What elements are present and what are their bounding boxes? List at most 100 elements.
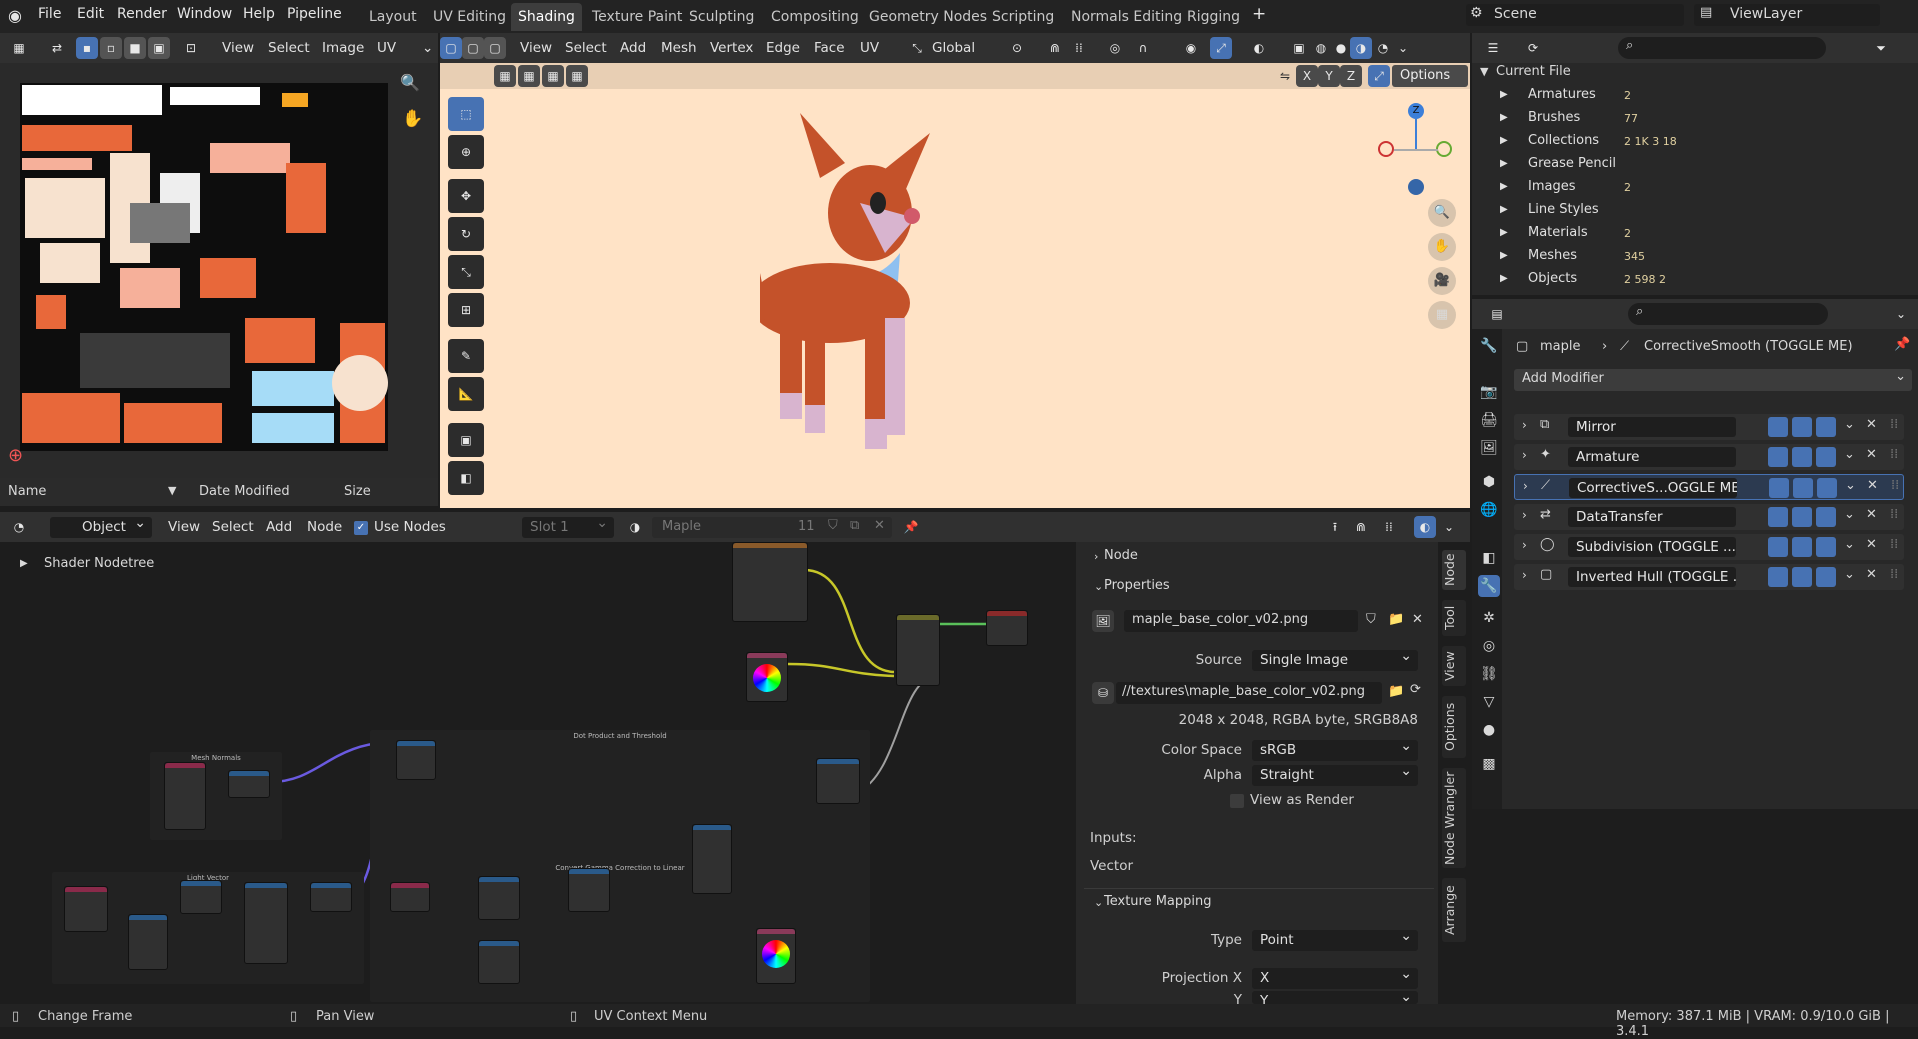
overlay-icon[interactable]: ◐	[1248, 37, 1270, 59]
drag-handle-icon[interactable]: ⁞⁞	[1891, 478, 1899, 493]
node-vector-rotate[interactable]	[244, 882, 288, 964]
drag-handle-icon[interactable]: ⁞⁞	[1890, 447, 1898, 462]
dog-character-model[interactable]	[760, 93, 1020, 483]
render-toggle-icon[interactable]	[1816, 447, 1836, 467]
mapping-type-dropdown[interactable]: Point	[1252, 926, 1418, 951]
on-cage-toggle-icon[interactable]	[1768, 537, 1788, 557]
outliner-row[interactable]: ▶ Objects 2 598 2	[1500, 271, 1900, 291]
node-mix[interactable]	[896, 614, 940, 686]
node-editor-canvas[interactable]: ▶ Shader Nodetree Mesh Normals Dot Produ…	[0, 542, 1072, 1004]
modifier-menu-icon[interactable]: ⌄	[1844, 447, 1855, 462]
material-shading-icon[interactable]: ◑	[1350, 37, 1372, 59]
image-menu-view[interactable]: View	[222, 37, 254, 59]
modifier-name-field[interactable]: CorrectiveS...OGGLE ME)	[1569, 478, 1737, 498]
display-mode-icon[interactable]: ⟳	[1522, 37, 1544, 59]
node-menu-node[interactable]: Node	[307, 516, 342, 538]
on-cage-toggle-icon[interactable]	[1768, 447, 1788, 467]
node-object-info[interactable]	[64, 886, 108, 932]
use-nodes-checkbox[interactable]: ✓	[354, 521, 368, 535]
axis-y-toggle[interactable]: Y	[1318, 65, 1340, 87]
node-separate-color[interactable]	[478, 876, 520, 920]
perspective-toggle-icon[interactable]: ▦	[1428, 301, 1456, 329]
node-value[interactable]	[478, 940, 520, 984]
scene-tab-icon[interactable]: ⬢	[1478, 471, 1500, 493]
measure-tool-icon[interactable]: 📐	[448, 377, 484, 411]
island-select-icon[interactable]: ▣	[148, 37, 170, 59]
render-toggle-icon[interactable]	[1816, 537, 1836, 557]
source-dropdown[interactable]: Single Image	[1252, 646, 1418, 671]
render-tab-icon[interactable]: 📷	[1478, 381, 1500, 403]
viewport-menu-uv[interactable]: UV	[860, 37, 879, 59]
texture-mapping-title[interactable]: Texture Mapping	[1104, 894, 1212, 909]
file-col-name[interactable]: Name	[8, 484, 46, 499]
viewport-menu-add[interactable]: Add	[620, 37, 646, 59]
modifier-menu-icon[interactable]: ⌄	[1845, 478, 1856, 493]
orientation-dropdown[interactable]: Global	[932, 37, 975, 59]
output-tab-icon[interactable]: 🖨	[1478, 409, 1500, 431]
node-color-wheel-2[interactable]	[756, 928, 796, 984]
browse-file-icon[interactable]: 📁	[1388, 684, 1404, 699]
node-image-texture[interactable]	[732, 542, 808, 622]
filter-icon[interactable]: ⏷	[1870, 37, 1892, 59]
auto-merge-icon[interactable]: ⤢	[1368, 65, 1390, 87]
node-power[interactable]	[568, 868, 610, 912]
rotate-tool-icon[interactable]: ↻	[448, 217, 484, 251]
node-overlay-icon[interactable]: ◐	[1414, 516, 1436, 538]
properties-search-input[interactable]: ⌕	[1628, 303, 1828, 325]
select-subtract-icon[interactable]: ▢	[484, 37, 506, 59]
gizmo-toggle-icon[interactable]: ⤢	[1210, 37, 1232, 59]
tab-texture-paint[interactable]: Texture Paint	[585, 3, 689, 31]
viewport-toggle-icon[interactable]	[1792, 417, 1812, 437]
viewport-3d[interactable]: ▦ ▦ ▦ ▦ ⇋ X Y Z ⤢ Options ⬚ ⊕ ✥ ↻ ⤡ ⊞ ✎ …	[440, 63, 1470, 508]
object-mode-dropdown[interactable]: Object	[50, 513, 152, 538]
side-tab-tool[interactable]: Tool	[1442, 600, 1466, 636]
properties-panel-title[interactable]: Properties	[1104, 578, 1170, 593]
open-image-icon[interactable]: 📁	[1388, 612, 1404, 627]
expand-arrow-icon[interactable]: ▶	[1500, 112, 1508, 123]
render-toggle-icon[interactable]	[1817, 478, 1837, 498]
on-cage-toggle-icon[interactable]	[1768, 567, 1788, 587]
color-space-dropdown[interactable]: sRGB	[1252, 736, 1418, 761]
modifier-menu-icon[interactable]: ⌄	[1844, 567, 1855, 582]
viewport-menu-vertex[interactable]: Vertex	[710, 37, 753, 59]
node-material-output[interactable]	[986, 610, 1028, 646]
snap-magnet-icon[interactable]: ⋒	[1044, 37, 1066, 59]
remove-modifier-icon[interactable]: ✕	[1866, 507, 1877, 522]
mesh-select-mode-4-icon[interactable]: ▦	[566, 65, 588, 87]
select-extend-icon[interactable]: ▢	[462, 37, 484, 59]
scene-selector[interactable]: Scene ⚙	[1466, 4, 1684, 26]
expand-modifier-icon[interactable]: ›	[1522, 448, 1527, 462]
transform-tool-icon[interactable]: ⊞	[448, 293, 484, 327]
xray-icon[interactable]: ▣	[1288, 37, 1310, 59]
remove-modifier-icon[interactable]: ✕	[1866, 417, 1877, 432]
edit-mode-toggle-icon[interactable]	[1744, 567, 1764, 587]
tab-layout[interactable]: Layout	[362, 3, 424, 31]
node-overlay-options-icon[interactable]: ⌄	[1438, 516, 1460, 538]
outliner-row[interactable]: ▶ Images 2	[1500, 179, 1900, 199]
viewport-menu-select[interactable]: Select	[565, 37, 607, 59]
modifier-item[interactable]: › ⟋ CorrectiveS...OGGLE ME) ⌄ ✕ ⁞⁞	[1514, 474, 1904, 500]
menu-pipeline[interactable]: Pipeline	[287, 6, 342, 22]
viewport-toggle-icon[interactable]	[1792, 567, 1812, 587]
menu-window[interactable]: Window	[177, 6, 232, 22]
duplicate-icon[interactable]: ⧉	[850, 518, 859, 533]
image-name-field[interactable]: maple_base_color_v02.png	[1124, 610, 1358, 632]
edit-mode-toggle-icon[interactable]	[1744, 507, 1764, 527]
mirror-axis-icon[interactable]: ⇋	[1274, 65, 1296, 87]
pin-node-tree-icon[interactable]: 📌	[900, 516, 922, 538]
outliner-row[interactable]: ▶ Collections 2 1K 3 18	[1500, 133, 1900, 153]
shading-options-icon[interactable]: ⌄	[1392, 37, 1414, 59]
material-tab-icon[interactable]: ●	[1478, 719, 1500, 741]
zoom-view-icon[interactable]: 🔍	[1428, 199, 1456, 227]
outliner-search-input[interactable]: ⌕	[1618, 37, 1826, 59]
image-menu-image[interactable]: Image	[322, 37, 364, 59]
outliner-row[interactable]: ▶ Brushes 77	[1500, 110, 1900, 130]
data-tab-icon[interactable]: ▽	[1478, 691, 1500, 713]
remove-modifier-icon[interactable]: ✕	[1867, 478, 1878, 493]
texture-tab-icon[interactable]: ▩	[1478, 753, 1500, 775]
outliner-editor-type-icon[interactable]: ☰	[1482, 37, 1504, 59]
camera-view-icon[interactable]: 🎥	[1428, 267, 1456, 295]
node-geometry[interactable]	[164, 762, 206, 830]
image-editor-canvas[interactable]: 🔍 ✋ ⊕	[0, 63, 438, 478]
on-cage-toggle-icon[interactable]	[1769, 478, 1789, 498]
